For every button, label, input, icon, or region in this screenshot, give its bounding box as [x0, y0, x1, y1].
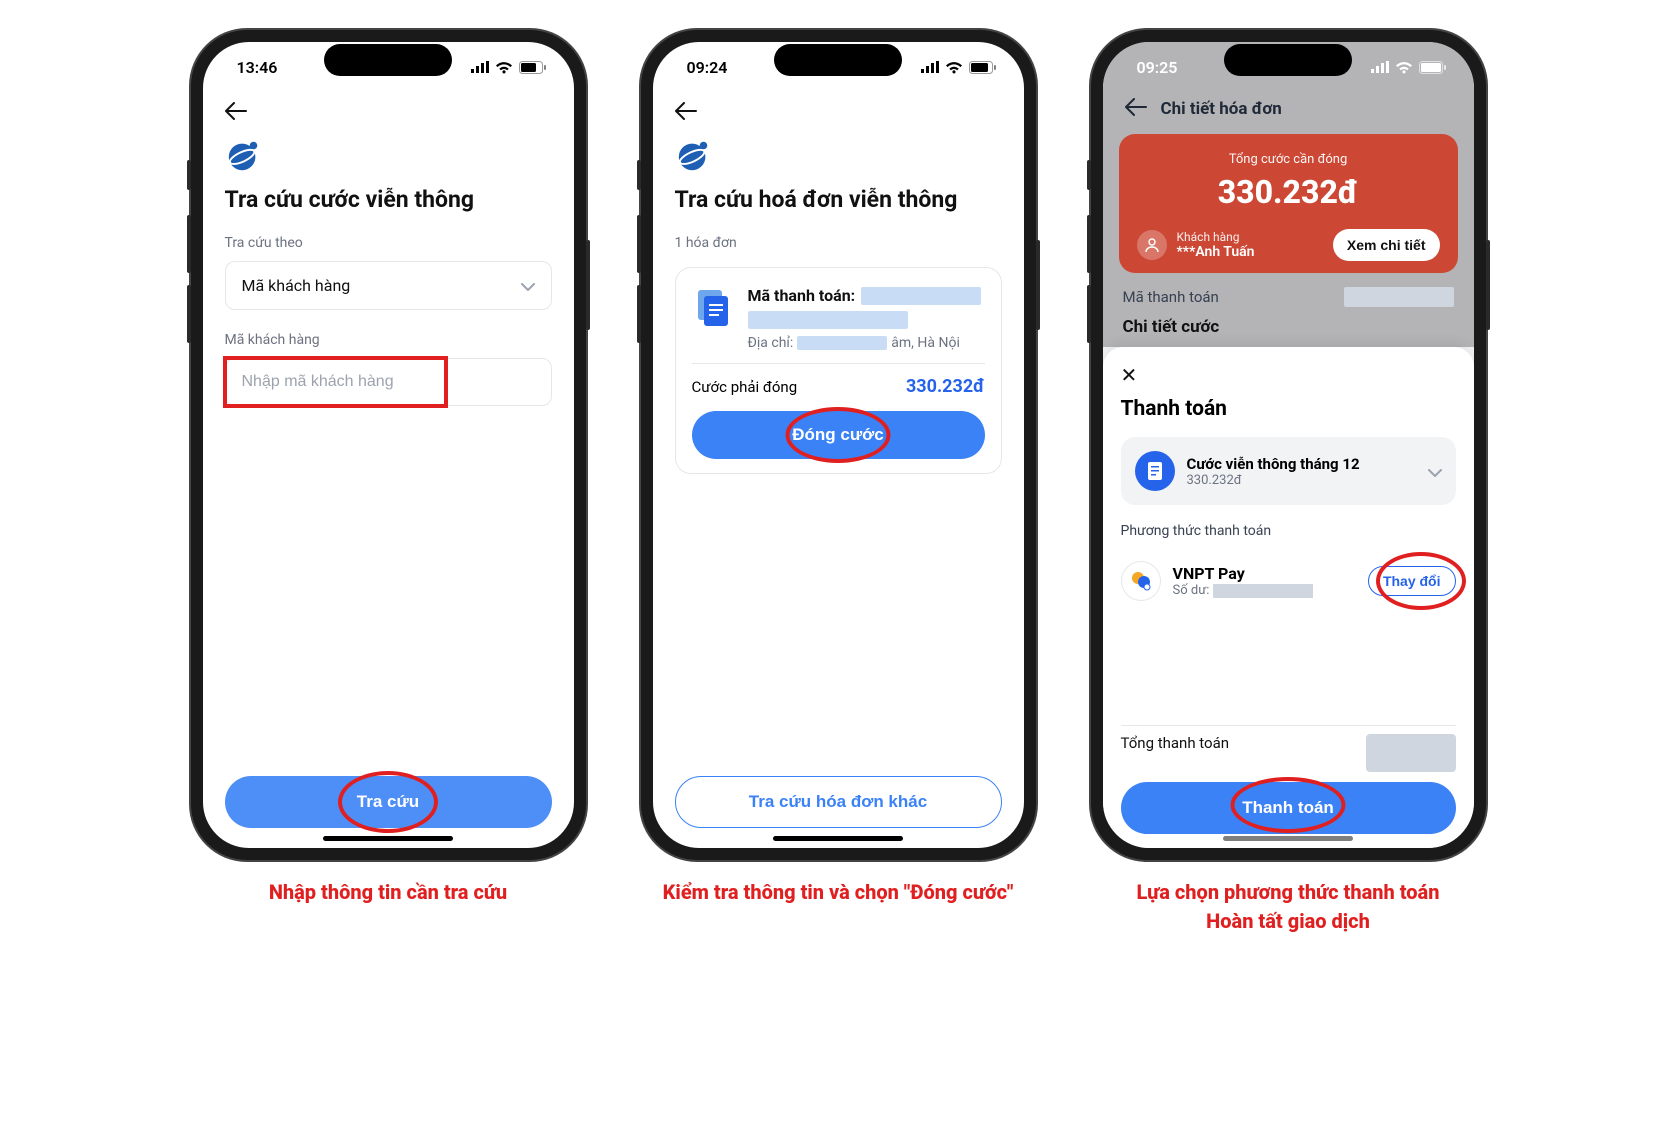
balance-label: Số dư:: [1173, 583, 1210, 598]
payment-code-label: Mã thanh toán: [1123, 288, 1219, 306]
battery-icon: [969, 61, 996, 74]
lookup-type-value: Mã khách hàng: [242, 276, 351, 295]
caption-step-2: Kiểm tra thông tin và chọn "Đóng cước": [663, 878, 1014, 907]
caption-step-3: Lựa chọn phương thức thanh toán Hoàn tất…: [1137, 878, 1440, 936]
customer-label: Khách hàng: [1177, 230, 1255, 244]
amount-value: 330.232đ: [906, 376, 985, 397]
payment-sheet: ✕ Thanh toán Cước viễn thông tháng 12 33…: [1103, 347, 1474, 848]
payment-item[interactable]: Cước viễn thông tháng 12 330.232đ: [1121, 437, 1456, 505]
vnpt-pay-icon: [1121, 561, 1161, 601]
invoice-icon: [692, 286, 736, 330]
redacted-value: [748, 311, 908, 329]
address-suffix: âm, Hà Nội: [891, 335, 960, 351]
sheet-title: Thanh toán: [1121, 397, 1456, 421]
status-time: 09:25: [1137, 58, 1178, 77]
status-time: 09:24: [687, 58, 728, 77]
page-title: Tra cứu hoá đơn viễn thông: [675, 186, 1002, 213]
caption-step-1: Nhập thông tin cần tra cứu: [269, 878, 507, 907]
fee-detail-title: Chi tiết cước: [1123, 317, 1454, 337]
total-due-value: 330.232đ: [1137, 173, 1440, 211]
lookup-submit-button[interactable]: Tra cứu: [225, 776, 552, 828]
method-section-label: Phương thức thanh toán: [1121, 523, 1456, 539]
vnpt-logo-icon: [225, 136, 263, 174]
invoice-count: 1 hóa đơn: [675, 235, 1002, 251]
customer-name: ***Anh Tuấn: [1177, 244, 1255, 260]
status-time: 13:46: [237, 58, 278, 77]
home-indicator[interactable]: [323, 836, 453, 841]
invoice-card: Mã thanh toán: Địa chỉ: âm, Hà Nội: [675, 267, 1002, 474]
view-detail-button[interactable]: Xem chi tiết: [1333, 229, 1440, 261]
change-method-button[interactable]: Thay đổi: [1368, 566, 1456, 596]
redacted-value: [1213, 584, 1313, 598]
pay-fee-button[interactable]: Đóng cước: [692, 411, 985, 459]
header-title: Chi tiết hóa đơn: [1161, 99, 1282, 119]
payment-code-label: Mã thanh toán:: [748, 286, 856, 305]
receipt-icon: [1135, 451, 1175, 491]
total-due-label: Tổng cước cần đóng: [1137, 152, 1440, 167]
cellular-signal-icon: [1371, 61, 1389, 73]
lookup-label: Tra cứu theo: [225, 235, 552, 251]
status-bar: 09:25: [1103, 42, 1474, 92]
wifi-icon: [945, 61, 963, 74]
wifi-icon: [495, 61, 513, 74]
back-button[interactable]: [225, 92, 552, 136]
cellular-signal-icon: [471, 61, 489, 73]
customer-code-input[interactable]: [225, 358, 552, 406]
status-bar: 09:24: [653, 42, 1024, 92]
back-button[interactable]: [1125, 98, 1147, 120]
address-label: Địa chỉ:: [748, 335, 794, 351]
redacted-value: [797, 336, 887, 350]
wifi-icon: [1395, 61, 1413, 74]
home-indicator[interactable]: [773, 836, 903, 841]
checkout-button[interactable]: Thanh toán: [1121, 782, 1456, 834]
amount-label: Cước phải đóng: [692, 378, 798, 396]
battery-icon: [519, 61, 546, 74]
chevron-down-icon: [1428, 462, 1442, 481]
close-button[interactable]: ✕: [1121, 363, 1456, 387]
phone-frame-3: 09:25: [1091, 30, 1486, 860]
page-title: Tra cứu cước viễn thông: [225, 186, 552, 213]
method-name: VNPT Pay: [1173, 564, 1356, 583]
item-title: Cước viễn thông tháng 12: [1187, 455, 1416, 473]
customer-code-label: Mã khách hàng: [225, 332, 552, 348]
lookup-type-select[interactable]: Mã khách hàng: [225, 261, 552, 310]
total-due-card: Tổng cước cần đóng 330.232đ Khách hàng *…: [1119, 134, 1458, 273]
total-row: Tổng thanh toán: [1121, 725, 1456, 782]
battery-icon: [1419, 61, 1446, 74]
item-amount: 330.232đ: [1187, 473, 1416, 488]
total-label: Tổng thanh toán: [1121, 734, 1230, 752]
lookup-other-button[interactable]: Tra cứu hóa đơn khác: [675, 776, 1002, 828]
status-bar: 13:46: [203, 42, 574, 92]
redacted-value: [1366, 734, 1456, 772]
vnpt-logo-icon: [675, 136, 713, 174]
home-indicator[interactable]: [1223, 836, 1353, 841]
redacted-value: [861, 287, 981, 305]
cellular-signal-icon: [921, 61, 939, 73]
avatar-icon: [1137, 230, 1167, 260]
redacted-value: [1344, 287, 1454, 307]
phone-frame-1: 13:46: [191, 30, 586, 860]
phone-frame-2: 09:24: [641, 30, 1036, 860]
chevron-down-icon: [521, 276, 535, 295]
payment-method-row: VNPT Pay Số dư: Thay đổi: [1121, 561, 1456, 601]
back-button[interactable]: [675, 92, 1002, 136]
